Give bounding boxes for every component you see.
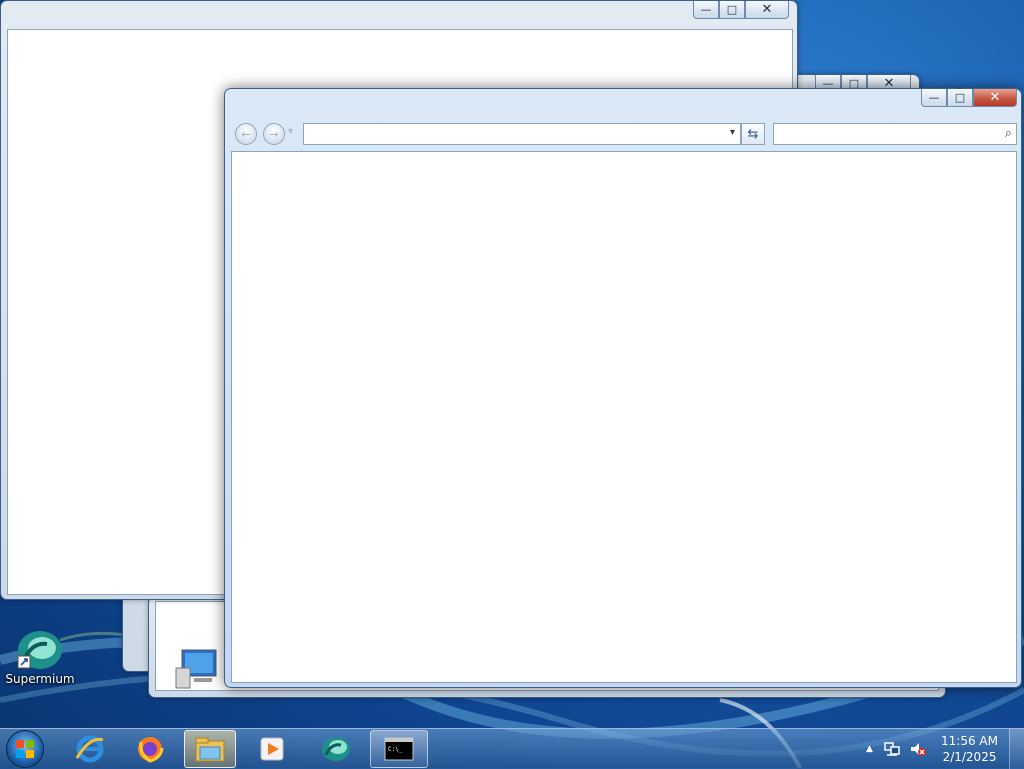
explorer-window-caption-buttons: — □ ✕ bbox=[921, 89, 1017, 107]
taskbar: C:\_ ▲ 11:56 AM 2/1/2025 bbox=[0, 728, 1024, 769]
taskbar-command-prompt[interactable]: C:\_ bbox=[370, 730, 428, 768]
desktop-icon-label: Supermium bbox=[5, 672, 75, 686]
supermium-icon bbox=[322, 737, 350, 761]
clock-date: 2/1/2025 bbox=[942, 750, 997, 764]
search-icon[interactable]: ⌕ bbox=[1005, 126, 1012, 141]
computer-icon bbox=[175, 649, 217, 689]
address-bar[interactable]: ▾ bbox=[303, 123, 741, 145]
explorer-window[interactable]: — □ ✕ ← → ▾ ▾ ⇆ ⌕ bbox=[224, 88, 1022, 688]
firefox-icon bbox=[138, 737, 164, 763]
command-prompt-icon: C:\_ bbox=[384, 737, 414, 761]
supermium-icon bbox=[17, 631, 62, 669]
taskbar-firefox[interactable] bbox=[124, 730, 176, 768]
media-player-icon bbox=[260, 737, 284, 761]
windows-logo-icon bbox=[16, 740, 34, 758]
forward-button[interactable]: → bbox=[263, 123, 285, 145]
windows-explorer-icon bbox=[195, 737, 225, 762]
minimize-button[interactable]: — bbox=[921, 89, 947, 107]
maximize-button[interactable]: □ bbox=[719, 1, 745, 19]
internet-explorer-icon bbox=[75, 735, 104, 763]
taskbar-windows-explorer[interactable] bbox=[184, 730, 236, 768]
explorer-window-client bbox=[231, 151, 1017, 683]
close-button[interactable]: ✕ bbox=[745, 1, 789, 19]
taskbar-internet-explorer[interactable] bbox=[64, 730, 116, 768]
search-box[interactable]: ⌕ bbox=[773, 123, 1017, 145]
forward-arrow-icon: → bbox=[269, 127, 279, 141]
svg-text:C:\_: C:\_ bbox=[388, 746, 403, 753]
start-button[interactable] bbox=[6, 730, 44, 768]
maximize-button[interactable]: □ bbox=[947, 89, 973, 107]
system-tray: ▲ bbox=[866, 729, 927, 769]
refresh-button[interactable]: ⇆ bbox=[741, 123, 765, 145]
volume-muted-icon[interactable] bbox=[909, 741, 927, 757]
network-icon[interactable] bbox=[883, 741, 901, 757]
search-input[interactable] bbox=[776, 126, 990, 142]
show-hidden-icons-button[interactable]: ▲ bbox=[866, 744, 873, 754]
show-desktop-button[interactable] bbox=[1009, 729, 1024, 769]
taskbar-supermium[interactable] bbox=[310, 730, 362, 768]
back-arrow-icon: ← bbox=[241, 127, 251, 141]
back-button[interactable]: ← bbox=[235, 123, 257, 145]
clock[interactable]: 11:56 AM 2/1/2025 bbox=[941, 733, 998, 765]
minimize-button[interactable]: — bbox=[693, 1, 719, 19]
clock-time: 11:56 AM bbox=[941, 734, 998, 748]
back-window-caption-buttons: — □ ✕ bbox=[693, 1, 789, 19]
desktop-icon-supermium[interactable]: Supermium bbox=[2, 628, 78, 686]
taskbar-media-player[interactable] bbox=[246, 730, 298, 768]
close-button[interactable]: ✕ bbox=[973, 89, 1017, 107]
recent-pages-icon[interactable]: ▾ bbox=[288, 126, 293, 137]
chevron-down-icon[interactable]: ▾ bbox=[730, 127, 735, 138]
refresh-icon: ⇆ bbox=[747, 126, 759, 142]
